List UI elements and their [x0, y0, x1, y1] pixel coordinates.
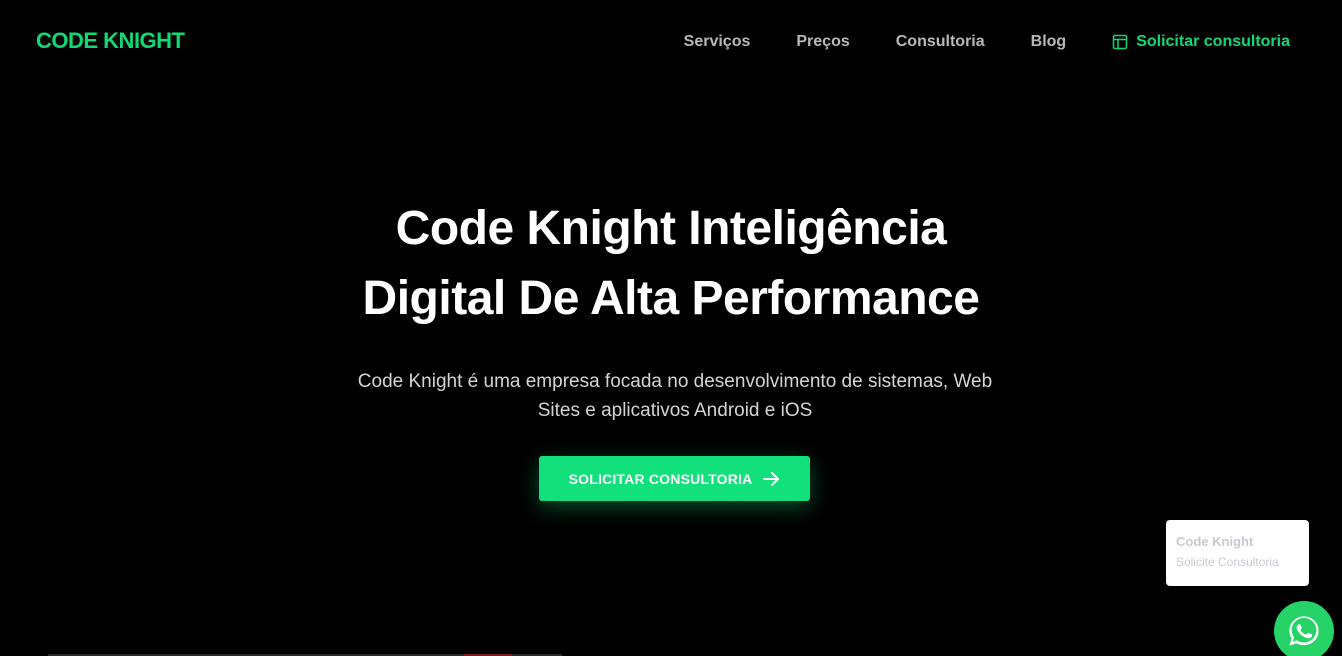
hero-title-line-1: Code Knight Inteligência [395, 202, 947, 255]
nav-item-blog[interactable]: Blog [1031, 30, 1067, 54]
nav-item-consultoria[interactable]: Consultoria [896, 30, 985, 54]
nav-item-precos[interactable]: Preços [796, 30, 849, 54]
whatsapp-button[interactable] [1274, 601, 1334, 656]
brand-logo[interactable]: CODE KNIGHT [36, 28, 185, 54]
nav-cta-solicitar-consultoria[interactable]: Solicitar consultoria [1112, 30, 1290, 54]
chat-popup-title: Code Knight [1176, 534, 1254, 549]
main-nav: Serviços Preços Consultoria Blog Solicit… [638, 30, 1290, 54]
chat-popup-card[interactable]: Code Knight Solicite Consultoria [1166, 520, 1309, 586]
hero-subtitle-line-1: Code Knight é uma empresa focada no dese… [357, 371, 993, 392]
nav-cta-label: Solicitar consultoria [1136, 33, 1290, 50]
nav-item-servicos[interactable]: Serviços [684, 30, 751, 54]
page: CODE KNIGHT Serviços Preços Consultoria … [0, 0, 1342, 656]
solicitar-consultoria-button[interactable]: SOLICITAR CONSULTORIA [539, 456, 810, 501]
hero-title-line-2: Digital De Alta Performance [362, 272, 980, 325]
solicitar-consultoria-button-label: SOLICITAR CONSULTORIA [568, 470, 753, 487]
whatsapp-icon [1286, 613, 1322, 649]
hero-subtitle: Code Knight é uma empresa focada no dese… [320, 367, 1030, 425]
hero-title: Code Knight Inteligência Digital De Alta… [0, 194, 1342, 334]
chat-popup-subtitle: Solicite Consultoria [1176, 555, 1279, 569]
hero-subtitle-line-2: Sites e aplicativos Android e iOS [537, 400, 813, 421]
arrow-right-icon [762, 470, 780, 488]
layout-icon [1112, 34, 1128, 50]
